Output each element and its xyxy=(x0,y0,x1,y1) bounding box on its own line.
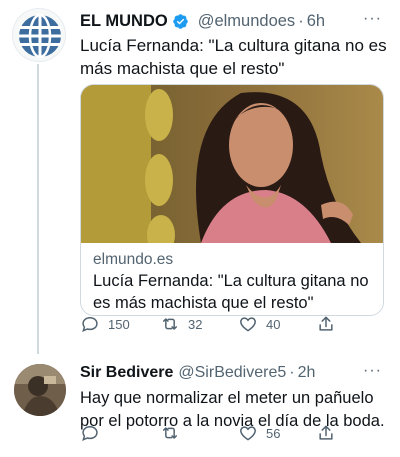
share-icon xyxy=(319,316,333,331)
reply-button[interactable]: 150 xyxy=(80,314,130,334)
reply-icon xyxy=(82,425,98,441)
tweet-header: Sir Bedivere @SirBedivere5 · 2h xyxy=(80,364,315,382)
elmundo-avatar[interactable] xyxy=(12,8,66,62)
author-handle[interactable]: @elmundoes xyxy=(198,12,295,31)
like-button[interactable]: 56 xyxy=(238,423,280,443)
share-button[interactable] xyxy=(316,314,344,334)
heart-icon xyxy=(240,317,256,332)
tweet-timestamp[interactable]: 6h xyxy=(307,12,325,31)
like-count: 40 xyxy=(266,316,281,332)
tweet-timestamp[interactable]: 2h xyxy=(298,364,316,382)
retweet-count: 32 xyxy=(188,316,203,332)
retweet-icon xyxy=(163,427,177,439)
reply-count: 150 xyxy=(108,316,130,332)
thread-connector-line xyxy=(37,64,39,354)
author-handle[interactable]: @SirBedivere5 xyxy=(178,364,286,382)
sir-bedivere-avatar[interactable] xyxy=(14,364,66,416)
tweet-header: EL MUNDO @elmundoes · 6h xyxy=(80,12,325,31)
retweet-icon xyxy=(163,318,177,330)
user-avatar-photo-icon xyxy=(14,364,66,416)
card-meta: elmundo.es Lucía Fernanda: "La cultura g… xyxy=(93,250,378,314)
heart-icon xyxy=(240,426,256,441)
share-button[interactable] xyxy=(316,423,344,443)
article-photo xyxy=(81,85,383,243)
verified-badge-icon xyxy=(172,14,188,29)
retweet-button[interactable] xyxy=(160,423,188,443)
share-icon xyxy=(319,425,333,440)
reply-button[interactable] xyxy=(80,423,108,443)
retweet-button[interactable]: 32 xyxy=(160,314,202,334)
card-title: Lucía Fernanda: "La cultura gitana no es… xyxy=(93,272,369,312)
card-domain: elmundo.es xyxy=(93,251,174,268)
more-options-icon[interactable]: ··· xyxy=(363,362,382,380)
link-preview-card[interactable]: elmundo.es Lucía Fernanda: "La cultura g… xyxy=(80,84,384,316)
more-options-icon[interactable]: ··· xyxy=(363,10,382,28)
tweet-text: Lucía Fernanda: "La cultura gitana no es… xyxy=(80,36,387,78)
author-name[interactable]: Sir Bedivere xyxy=(80,364,173,382)
like-count: 56 xyxy=(266,425,281,441)
reply-icon xyxy=(82,316,98,332)
el-mundo-globe-logo-icon xyxy=(19,13,61,59)
separator-dot: · xyxy=(298,12,304,30)
like-button[interactable]: 40 xyxy=(238,314,280,334)
separator-dot: · xyxy=(289,364,295,381)
author-name[interactable]: EL MUNDO xyxy=(80,12,168,31)
